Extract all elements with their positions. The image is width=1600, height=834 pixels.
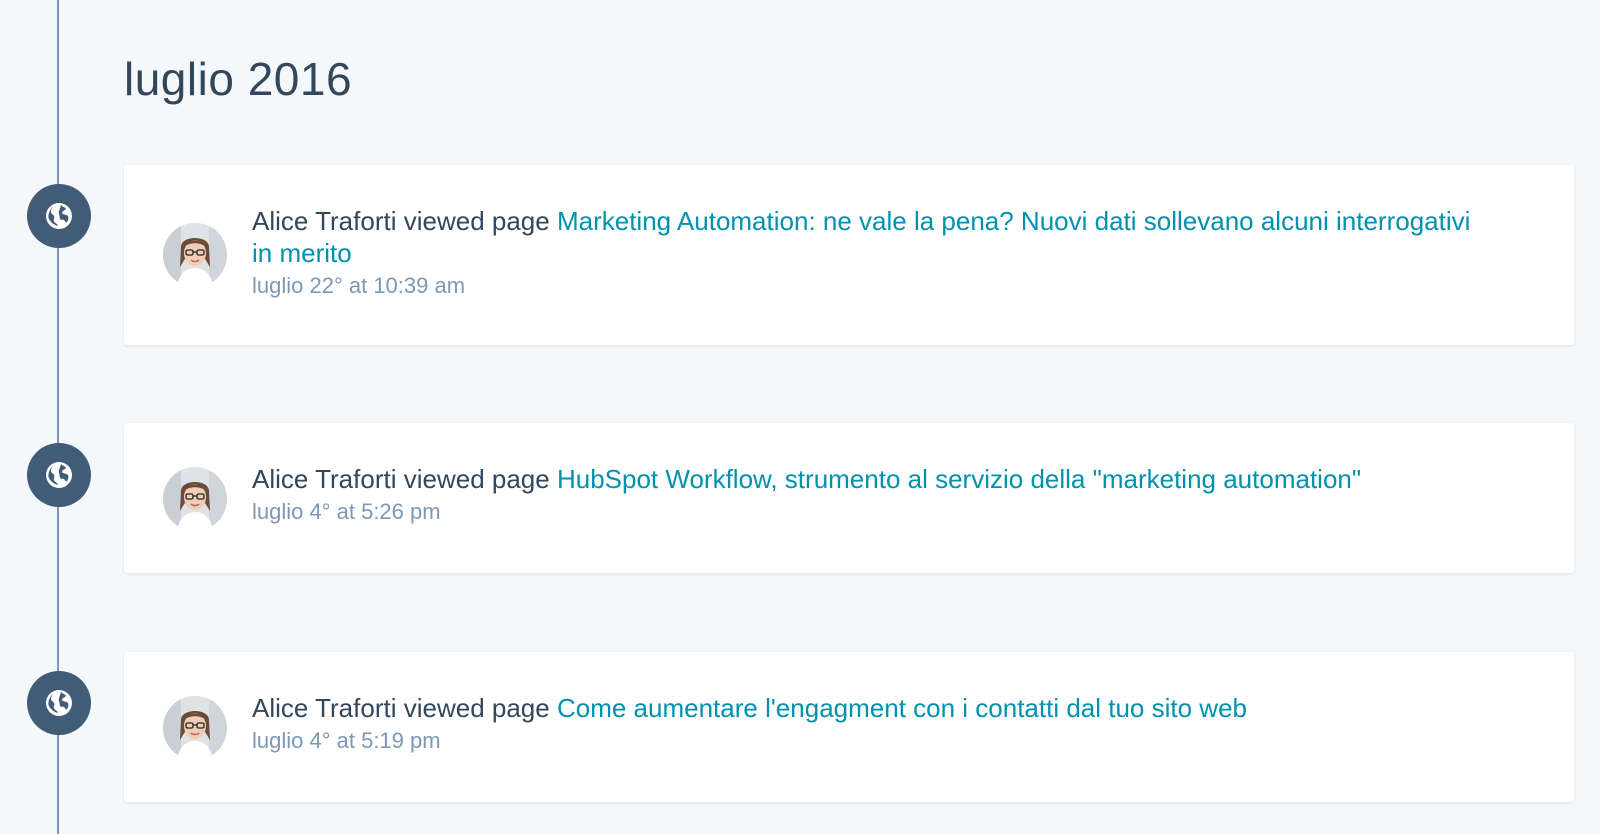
- avatar-photo: [163, 696, 227, 760]
- timeline-event-card: Alice Traforti viewed page Marketing Aut…: [124, 165, 1574, 345]
- event-text: Alice Traforti viewed page Come aumentar…: [252, 692, 1494, 724]
- event-action: viewed page: [403, 693, 550, 723]
- avatar-photo: [163, 223, 227, 287]
- event-timestamp: luglio 22° at 10:39 am: [252, 273, 466, 298]
- globe-icon: [46, 203, 72, 229]
- actor-name[interactable]: Alice Traforti: [252, 693, 397, 723]
- timeline-page: luglio 2016 Alice Traforti viewed page M…: [0, 0, 1600, 834]
- avatar[interactable]: [163, 467, 227, 531]
- actor-name[interactable]: Alice Traforti: [252, 206, 397, 236]
- timeline-node: [27, 184, 91, 248]
- timeline-node: [27, 443, 91, 507]
- event-action: viewed page: [403, 464, 550, 494]
- avatar[interactable]: [163, 696, 227, 760]
- timeline-event-card: Alice Traforti viewed page HubSpot Workf…: [124, 423, 1574, 573]
- event-body: Alice Traforti viewed page Marketing Aut…: [252, 205, 1494, 301]
- actor-name[interactable]: Alice Traforti: [252, 464, 397, 494]
- globe-icon: [46, 462, 72, 488]
- month-heading: luglio 2016: [124, 53, 353, 105]
- event-timestamp: luglio 4° at 5:19 pm: [252, 728, 441, 753]
- avatar-photo: [163, 467, 227, 531]
- event-body: Alice Traforti viewed page HubSpot Workf…: [252, 463, 1494, 527]
- globe-icon: [46, 690, 72, 716]
- event-text: Alice Traforti viewed page Marketing Aut…: [252, 205, 1494, 269]
- event-action: viewed page: [403, 206, 550, 236]
- event-body: Alice Traforti viewed page Come aumentar…: [252, 692, 1494, 756]
- avatar[interactable]: [163, 223, 227, 287]
- event-text: Alice Traforti viewed page HubSpot Workf…: [252, 463, 1494, 495]
- page-link[interactable]: Come aumentare l'engagment con i contatt…: [557, 693, 1247, 723]
- timeline-event-card: Alice Traforti viewed page Come aumentar…: [124, 652, 1574, 802]
- page-link[interactable]: HubSpot Workflow, strumento al servizio …: [557, 464, 1361, 494]
- event-timestamp: luglio 4° at 5:26 pm: [252, 499, 441, 524]
- timeline-node: [27, 671, 91, 735]
